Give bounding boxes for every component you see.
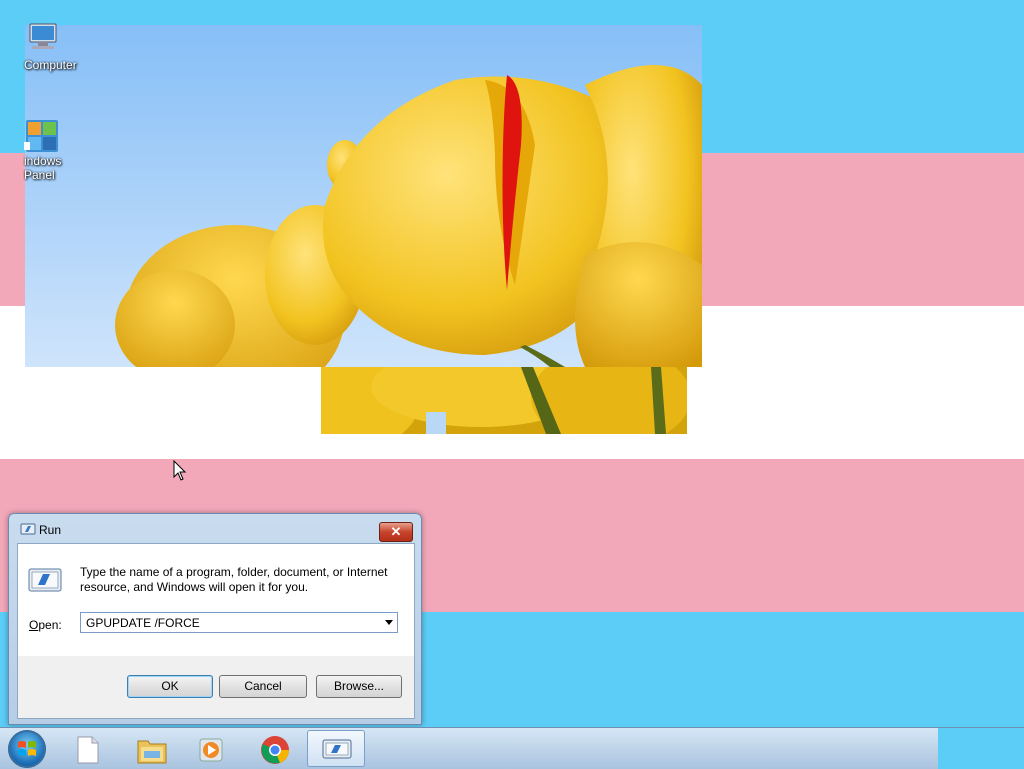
desktop-icon-label: indows Panel [24, 154, 62, 182]
cancel-button[interactable]: Cancel [219, 675, 307, 698]
computer-icon [24, 22, 60, 58]
chrome-taskbar-button[interactable] [246, 730, 304, 767]
tulip-photo [25, 25, 702, 367]
dialog-content: Type the name of a program, folder, docu… [18, 544, 414, 656]
desktop-icon-control-panel[interactable]: indows Panel [24, 118, 84, 182]
title-bar[interactable]: Run ✕ [9, 514, 421, 544]
start-button[interactable] [8, 730, 46, 768]
notepad-icon [77, 736, 99, 764]
chevron-down-icon[interactable] [385, 620, 393, 625]
open-label-rest: pen: [38, 618, 62, 632]
open-label: Open: [29, 618, 62, 632]
browse-button[interactable]: Browse... [316, 675, 402, 698]
ok-button[interactable]: OK [127, 675, 213, 698]
desktop-icon-computer[interactable]: Computer [24, 22, 84, 72]
run-description: Type the name of a program, folder, docu… [80, 565, 388, 594]
taskbar [0, 727, 1024, 769]
tulip-photo-lower [321, 367, 687, 434]
open-label-accesskey: O [29, 618, 39, 632]
file-explorer-taskbar-button[interactable] [122, 730, 180, 767]
run-program-icon [28, 568, 62, 592]
mouse-cursor-icon [173, 460, 187, 481]
desktop-icon-label: Computer [24, 58, 77, 72]
open-combobox[interactable] [80, 612, 398, 633]
chrome-icon [261, 736, 289, 764]
taskbar-gap [938, 728, 1024, 769]
dialog-body: Type the name of a program, folder, docu… [17, 543, 415, 719]
media-player-taskbar-button[interactable] [183, 730, 241, 767]
window-title: Run [39, 523, 62, 537]
run-icon [322, 739, 352, 759]
control-panel-icon [24, 118, 60, 154]
folder-icon [137, 740, 167, 764]
run-taskbar-button[interactable] [307, 730, 365, 767]
windows-logo-icon [18, 741, 36, 756]
run-icon [20, 523, 36, 535]
close-icon: ✕ [390, 524, 402, 539]
notepad-taskbar-button[interactable] [58, 730, 116, 767]
media-player-icon [199, 738, 223, 762]
run-dialog: Run ✕ Type the name of a program, folder… [8, 513, 422, 725]
open-command-input[interactable] [81, 613, 377, 632]
close-button[interactable]: ✕ [379, 522, 413, 542]
